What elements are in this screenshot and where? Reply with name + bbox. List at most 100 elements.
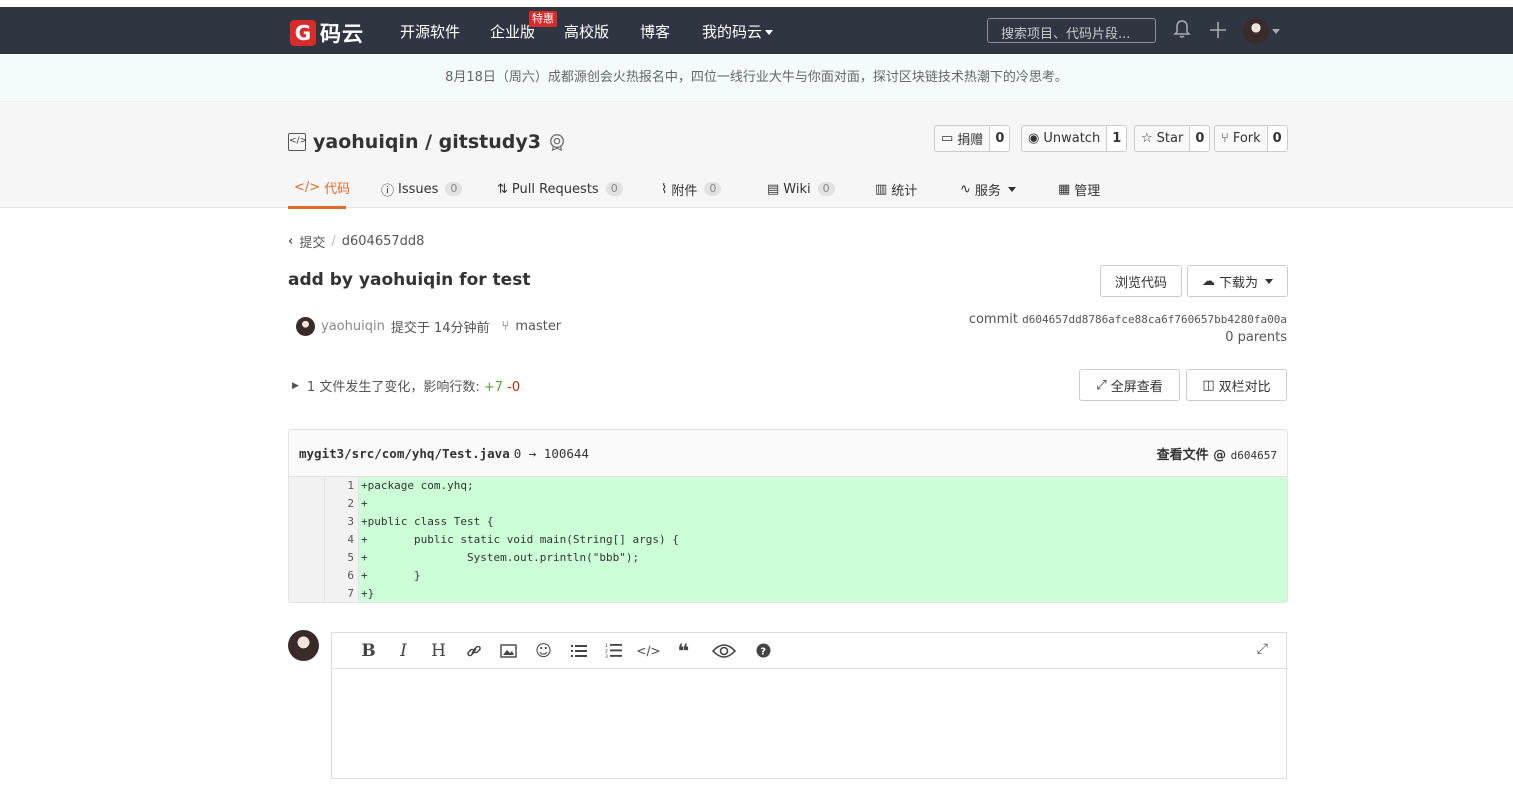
tab-issues-label: Issues — [398, 181, 439, 197]
top-navbar: G 码云 开源软件 企业版 特惠 高校版 博客 我的码云 搜索项目、代码片段..… — [0, 7, 1513, 54]
nav-item-blog[interactable]: 博客 — [640, 21, 670, 42]
link-icon[interactable] — [456, 637, 491, 665]
tab-attachments-count: 0 — [704, 182, 722, 196]
tab-wiki[interactable]: ▤ Wiki 0 — [767, 169, 835, 209]
download-button[interactable]: ☁ 下载为 — [1187, 265, 1288, 297]
repo-header: </> yaohuiqin / gitstudy3 ▭ 捐赠 0 ◉ Unwatch… — [0, 102, 1513, 209]
expand-icon: ⤢ — [1096, 377, 1107, 393]
unwatch-button[interactable]: ◉ Unwatch 1 — [1021, 125, 1128, 152]
numbered-list-icon[interactable]: 123 — [596, 637, 631, 665]
breadcrumb-current: d604657dd8 — [341, 234, 425, 249]
bold-icon[interactable]: B — [351, 637, 386, 665]
old-line-number[interactable] — [289, 477, 325, 495]
star-icon: ☆ — [1141, 131, 1153, 146]
user-avatar[interactable] — [1243, 18, 1269, 44]
tab-stats[interactable]: ▥ 统计 — [875, 169, 917, 209]
diff-file-path[interactable]: mygit3/src/com/yhq/Test.java — [299, 446, 510, 461]
view-file-sha: d604657 — [1230, 448, 1277, 462]
avatar-chevron-down-icon[interactable] — [1272, 29, 1280, 34]
new-line-number[interactable]: 7 — [325, 585, 359, 602]
nav-item-my-gitee[interactable]: 我的码云 — [702, 21, 774, 42]
diff-stats[interactable]: ▶ 1 文件发生了变化，影响行数: +7 -0 — [292, 376, 520, 395]
tab-pull-requests-label: Pull Requests — [511, 181, 599, 197]
tab-pull-requests[interactable]: ⇅ Pull Requests 0 — [497, 169, 623, 209]
new-line-number[interactable]: 5 — [325, 549, 359, 567]
branch-name[interactable]: master — [515, 319, 561, 334]
old-line-number[interactable] — [289, 567, 325, 585]
old-line-number[interactable] — [289, 495, 325, 513]
diff-line: 6 + } — [289, 567, 1287, 585]
fork-button[interactable]: ⑂ Fork 0 — [1214, 125, 1288, 152]
old-line-number[interactable] — [289, 549, 325, 567]
diff-body: 1 +package com.yhq; 2 +3 +public class Test … — [289, 477, 1287, 602]
bell-icon[interactable] — [1173, 19, 1191, 39]
code-icon: </> — [294, 180, 321, 195]
donate-count: 0 — [989, 126, 1010, 151]
quote-icon[interactable]: ❝ — [666, 637, 701, 665]
split-view-label: 双栏对比 — [1218, 379, 1271, 395]
commit-author-row: yaohuiqin 提交于 14分钟前 ⑂ master — [296, 317, 561, 336]
breadcrumb-commits[interactable]: 提交 — [299, 232, 325, 251]
new-line-number[interactable]: 1 — [325, 477, 359, 495]
commenter-avatar[interactable] — [288, 630, 319, 661]
author-avatar[interactable] — [296, 317, 315, 336]
commit-meta: commit d604657dd8786afce88ca6f760657bb42… — [969, 311, 1287, 347]
tab-code[interactable]: </> 代码 — [288, 169, 350, 209]
old-line-number[interactable] — [289, 585, 325, 602]
italic-icon[interactable]: I — [386, 637, 421, 665]
tab-issues[interactable]: ⓘ Issues 0 — [381, 169, 463, 209]
star-count: 0 — [1189, 126, 1210, 151]
heading-icon[interactable]: H — [421, 637, 456, 665]
code-icon[interactable]: </> — [631, 637, 666, 665]
repo-title-text[interactable]: yaohuiqin / gitstudy3 — [313, 131, 541, 153]
search-input[interactable]: 搜索项目、代码片段... — [987, 18, 1156, 43]
diff-code: + public static void main(String[] args)… — [361, 533, 679, 546]
browse-code-button[interactable]: 浏览代码 — [1100, 265, 1182, 297]
diff-line: 7 +} — [289, 585, 1287, 602]
plus-icon[interactable] — [1209, 21, 1227, 39]
diff-code: +public class Test { — [361, 515, 494, 528]
tab-attachments-label: 附件 — [671, 183, 698, 199]
branch-icon: ⑂ — [501, 319, 510, 334]
svg-text:1: 1 — [605, 643, 608, 649]
stats-text: 1 文件发生了变化，影响行数: — [306, 380, 480, 395]
chevron-left-icon[interactable]: ‹ — [288, 234, 293, 249]
star-button[interactable]: ☆ Star 0 — [1134, 125, 1211, 152]
fullscreen-label: 全屏查看 — [1110, 379, 1163, 395]
help-icon[interactable]: ? — [746, 637, 781, 665]
fork-count: 0 — [1266, 126, 1287, 151]
new-line-number[interactable]: 6 — [325, 567, 359, 585]
view-file-link[interactable]: 查看文件 @ d604657 — [1157, 444, 1277, 463]
new-line-number[interactable]: 2 — [325, 495, 359, 513]
fullscreen-button[interactable]: ⤢ 全屏查看 — [1079, 369, 1180, 401]
new-line-number[interactable]: 4 — [325, 531, 359, 549]
old-line-number[interactable] — [289, 531, 325, 549]
deletions-count: -0 — [507, 380, 521, 395]
donate-button[interactable]: ▭ 捐赠 0 — [934, 125, 1011, 152]
caret-right-icon: ▶ — [292, 380, 299, 391]
additions-count: +7 — [483, 380, 504, 395]
paperclip-icon: ⌇ — [661, 181, 668, 197]
author-name[interactable]: yaohuiqin — [321, 319, 385, 334]
preview-eye-icon[interactable] — [701, 637, 746, 665]
image-icon[interactable] — [491, 637, 526, 665]
old-line-number[interactable] — [289, 513, 325, 531]
split-view-button[interactable]: ◫ 双栏对比 — [1186, 369, 1287, 401]
tab-manage[interactable]: ▦ 管理 — [1058, 169, 1100, 209]
emoji-icon[interactable]: ☺ — [526, 637, 561, 665]
comment-textarea[interactable] — [332, 669, 1286, 779]
editor-expand-icon[interactable]: ⤢ — [1257, 641, 1268, 657]
bullet-list-icon[interactable] — [561, 637, 596, 665]
announcement-banner[interactable]: 8月18日（周六）成都源创会火热报名中，四位一线行业大牛与你面对面，探讨区块链技… — [0, 54, 1513, 102]
diff-file-header: mygit3/src/com/yhq/Test.java 0 → 100644 … — [289, 430, 1287, 477]
new-line-number[interactable]: 3 — [325, 513, 359, 531]
brand-logo[interactable]: G 码云 — [290, 18, 364, 48]
pulse-icon: ∿ — [960, 181, 971, 197]
download-label: 下载为 — [1218, 275, 1258, 291]
diff-line: 3 +public class Test { — [289, 513, 1287, 531]
nav-item-open-source[interactable]: 开源软件 — [400, 21, 460, 42]
tab-attachments[interactable]: ⌇ 附件 0 — [661, 169, 722, 209]
tab-services[interactable]: ∿ 服务 — [960, 169, 1016, 209]
nav-item-university[interactable]: 高校版 — [564, 21, 609, 42]
watch-count: 1 — [1106, 126, 1127, 151]
